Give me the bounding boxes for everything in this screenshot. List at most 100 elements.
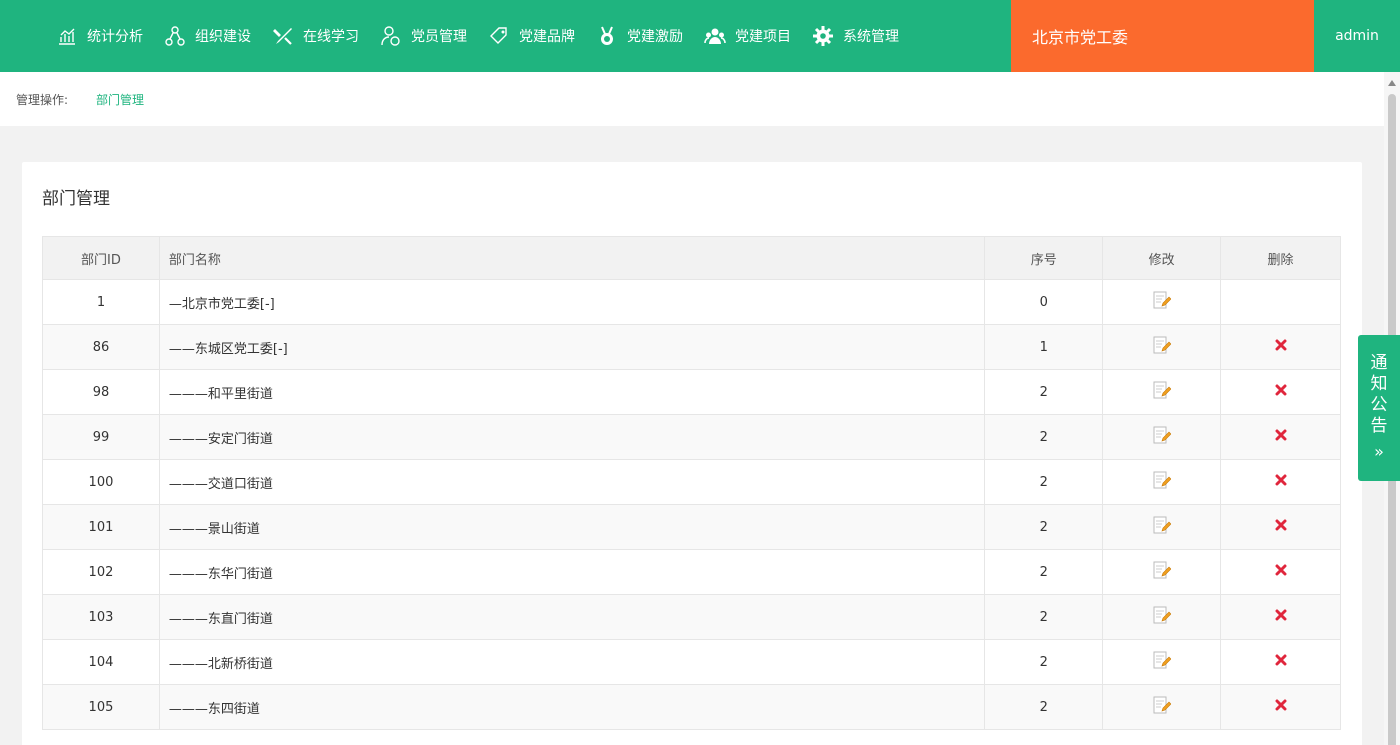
table-header-row: 部门ID 部门名称 序号 修改 删除 [42, 236, 1341, 280]
nav-item-system[interactable]: 系统管理 [812, 0, 899, 72]
nav-item-org[interactable]: 组织建设 [164, 0, 251, 72]
cell-order: 2 [984, 414, 1104, 460]
cell-dept-id: 104 [42, 639, 160, 685]
col-header-edit: 修改 [1102, 236, 1222, 280]
scroll-up-icon[interactable] [1388, 80, 1396, 86]
tag-icon [488, 25, 510, 47]
cell-dept-id: 86 [42, 324, 160, 370]
edit-icon[interactable] [1153, 290, 1172, 314]
cell-edit [1102, 324, 1222, 370]
breadcrumb: 管理操作: 部门管理 [0, 72, 1384, 126]
nav-item-projects[interactable]: 党建项目 [704, 0, 791, 72]
col-header-order: 序号 [984, 236, 1104, 280]
user-menu[interactable]: admin [1314, 0, 1400, 72]
table-body: 1 —北京市党工委[-] 0 86 ——东城区党工委[-] 1 98 ———和平里街道 2 99—… [42, 279, 1341, 730]
delete-icon[interactable] [1275, 384, 1287, 400]
medal-icon [596, 25, 618, 47]
cell-dept-id: 103 [42, 594, 160, 640]
breadcrumb-current[interactable]: 部门管理 [96, 91, 144, 108]
delete-icon[interactable] [1275, 654, 1287, 670]
table-row: 105 ———东四街道 2 [42, 684, 1341, 730]
cell-delete [1220, 594, 1341, 640]
panel-title: 部门管理 [42, 189, 110, 209]
member-icon [380, 25, 402, 47]
delete-icon[interactable] [1275, 699, 1287, 715]
nav-item-label: 党建项目 [735, 29, 791, 45]
cell-edit [1102, 594, 1222, 640]
nav-item-label: 党员管理 [411, 29, 467, 45]
cell-delete [1220, 504, 1341, 550]
edit-icon[interactable] [1153, 605, 1172, 629]
tools-icon [272, 25, 294, 47]
cell-delete [1220, 459, 1341, 505]
delete-icon[interactable] [1275, 429, 1287, 445]
nav-item-label: 党建激励 [627, 29, 683, 45]
notice-char: 通 [1370, 353, 1388, 373]
notice-char: 公 [1370, 395, 1388, 415]
notice-char: 知 [1370, 374, 1388, 394]
edit-icon[interactable] [1153, 425, 1172, 449]
cell-order: 2 [984, 369, 1104, 415]
cell-edit [1102, 639, 1222, 685]
edit-icon[interactable] [1153, 560, 1172, 584]
table-row: 98 ———和平里街道 2 [42, 369, 1341, 415]
cell-edit [1102, 414, 1222, 460]
cell-delete [1220, 324, 1341, 370]
table-row: 103 ———东直门街道 2 [42, 594, 1341, 640]
edit-icon[interactable] [1153, 695, 1172, 719]
cell-delete [1220, 549, 1341, 595]
edit-icon[interactable] [1153, 380, 1172, 404]
cell-edit [1102, 504, 1222, 550]
table-row: 100 ———交道口街道 2 [42, 459, 1341, 505]
cell-dept-name: ———交道口街道 [158, 459, 986, 505]
cell-order: 2 [984, 459, 1104, 505]
nav-item-members[interactable]: 党员管理 [380, 0, 467, 72]
cell-dept-name: ———景山街道 [158, 504, 986, 550]
cell-dept-name: ———东四街道 [158, 684, 986, 730]
cell-edit [1102, 684, 1222, 730]
nav-item-label: 组织建设 [195, 29, 251, 45]
cell-edit [1102, 459, 1222, 505]
delete-icon[interactable] [1275, 609, 1287, 625]
cell-edit [1102, 369, 1222, 415]
edit-icon[interactable] [1153, 470, 1172, 494]
nav-item-stats[interactable]: 统计分析 [56, 0, 143, 72]
cell-edit [1102, 279, 1222, 325]
nav-item-learning[interactable]: 在线学习 [272, 0, 359, 72]
delete-icon[interactable] [1275, 519, 1287, 535]
delete-icon[interactable] [1275, 474, 1287, 490]
delete-icon[interactable] [1275, 339, 1287, 355]
chart-icon [56, 25, 78, 47]
table-row: 99 ———安定门街道 2 [42, 414, 1341, 460]
cell-dept-id: 1 [42, 279, 160, 325]
cell-dept-name: ———东直门街道 [158, 594, 986, 640]
cell-order: 0 [984, 279, 1104, 325]
notice-label: 通 知 公 告 [1371, 353, 1388, 437]
edit-icon[interactable] [1153, 650, 1172, 674]
cell-dept-name: ———安定门街道 [158, 414, 986, 460]
org-tree-icon [164, 25, 186, 47]
cell-dept-id: 102 [42, 549, 160, 595]
cell-order: 2 [984, 594, 1104, 640]
col-header-name: 部门名称 [158, 236, 986, 280]
gear-icon [812, 25, 834, 47]
nav-item-label: 党建品牌 [519, 29, 575, 45]
delete-icon[interactable] [1275, 564, 1287, 580]
cell-order: 1 [984, 324, 1104, 370]
main-nav: 统计分析 组织建设 在线学习 党员管理 党建品牌 党建激励 党建项目 系统管理 [56, 0, 920, 72]
notice-tab[interactable]: 通 知 公 告 » [1358, 335, 1400, 481]
cell-order: 2 [984, 549, 1104, 595]
cell-order: 2 [984, 684, 1104, 730]
nav-item-label: 统计分析 [87, 29, 143, 45]
breadcrumb-label: 管理操作: [16, 92, 69, 107]
nav-item-incentive[interactable]: 党建激励 [596, 0, 683, 72]
cell-delete [1220, 684, 1341, 730]
department-panel: 部门管理 部门ID 部门名称 序号 修改 删除 1 —北京市党工委[-] 0 86 ——… [22, 162, 1362, 745]
edit-icon[interactable] [1153, 335, 1172, 359]
org-name: 北京市党工委 [1011, 0, 1314, 72]
nav-item-brand[interactable]: 党建品牌 [488, 0, 575, 72]
edit-icon[interactable] [1153, 515, 1172, 539]
cell-delete [1220, 279, 1341, 325]
cell-order: 2 [984, 504, 1104, 550]
cell-delete [1220, 639, 1341, 685]
